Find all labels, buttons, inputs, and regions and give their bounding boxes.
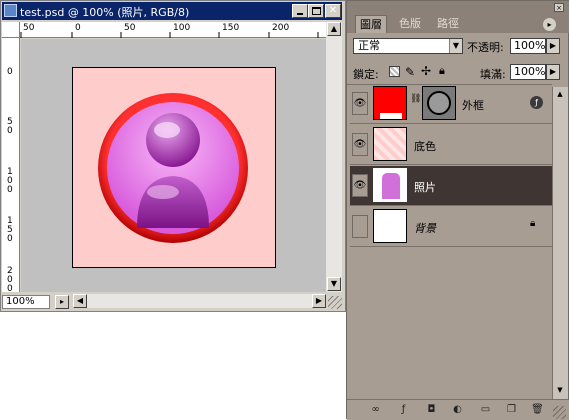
- opacity-label: 不透明:: [467, 41, 504, 54]
- zoom-field[interactable]: 100%: [2, 295, 50, 309]
- layer-mask-thumbnail[interactable]: [422, 86, 456, 120]
- layer-thumbnail: [373, 86, 407, 120]
- minimize-icon[interactable]: [292, 4, 308, 18]
- lock-icon: 🔒︎: [530, 218, 536, 229]
- layer-row-photo[interactable]: 👁︎ 照片: [350, 166, 552, 206]
- ruler-left: 0 5 0 1 0 0 1 5 0 2 0 0: [2, 38, 20, 294]
- eye-icon[interactable]: 👁︎: [352, 133, 368, 156]
- lock-all-icon[interactable]: 🔒︎: [439, 64, 445, 78]
- status-menu-icon[interactable]: ▸: [55, 295, 69, 309]
- panel-menu-icon[interactable]: ▸: [543, 18, 556, 31]
- opacity-field[interactable]: 100%: [510, 38, 546, 54]
- scroll-up-icon[interactable]: ▲: [553, 87, 567, 101]
- document-image[interactable]: [72, 67, 276, 268]
- ruler-left-label: 5 0: [7, 117, 13, 136]
- ruler-left-label: 1 0 0: [7, 167, 13, 195]
- scroll-left-icon[interactable]: ◀: [73, 294, 87, 308]
- layer-row-base-color[interactable]: 👁︎ 底色: [350, 125, 552, 165]
- document-title: test.psd @ 100% (照片, RGB/8): [20, 6, 190, 19]
- ruler-left-label: 0: [7, 67, 13, 77]
- ruler-top: 50 0 50 100 150 200: [20, 22, 326, 38]
- scroll-up-icon[interactable]: ▲: [327, 22, 341, 36]
- mask-icon[interactable]: ◘: [425, 404, 438, 416]
- panel-close-icon[interactable]: ×: [554, 3, 564, 12]
- vertical-scrollbar[interactable]: ▲ ▼: [326, 22, 342, 292]
- panel-footer: ∞ ƒ ◘ ◐ ▭ ❐ 🗑︎: [347, 399, 569, 420]
- trash-icon[interactable]: 🗑︎: [531, 404, 544, 416]
- resize-grip-icon[interactable]: [553, 406, 566, 419]
- layer-thumbnail: [373, 127, 407, 161]
- fx-icon[interactable]: ƒ: [397, 404, 410, 416]
- eye-icon[interactable]: 👁︎: [352, 92, 368, 115]
- layer-name: 背景: [414, 222, 436, 235]
- eye-toggle-empty[interactable]: [352, 215, 368, 238]
- tab-layers[interactable]: 圖層: [355, 15, 387, 33]
- layer-scrollbar[interactable]: ▲ ▼: [552, 87, 568, 401]
- lock-transparency-icon[interactable]: [389, 66, 400, 77]
- panel-title-strip[interactable]: ×: [347, 1, 569, 15]
- chevron-down-icon[interactable]: ▼: [449, 39, 462, 53]
- layer-row-frame[interactable]: 👁︎ ⛓︎ 外框 ƒ: [350, 84, 552, 124]
- blend-mode-select[interactable]: 正常: [353, 38, 463, 54]
- lock-brush-icon[interactable]: ✎: [405, 65, 415, 79]
- tab-channels[interactable]: 色版: [395, 15, 425, 33]
- adjustment-icon[interactable]: ◐: [451, 404, 464, 416]
- eye-icon[interactable]: 👁︎: [352, 174, 368, 197]
- lock-move-icon[interactable]: ✢: [421, 64, 431, 78]
- close-icon[interactable]: ✕: [325, 4, 341, 18]
- layers-panel: × 圖層 色版 路徑 ▸ 正常 ▼ 不透明: 100% ▶ 鎖定: ✎ ✢ 🔒︎…: [346, 0, 569, 420]
- layer-name: 外框: [462, 99, 484, 112]
- fx-icon[interactable]: ƒ: [530, 96, 543, 109]
- document-titlebar[interactable]: test.psd @ 100% (照片, RGB/8) ✕: [2, 2, 342, 20]
- maximize-icon[interactable]: [308, 4, 324, 18]
- ruler-corner: [2, 22, 20, 38]
- link-chain-icon[interactable]: ⛓︎: [410, 94, 421, 104]
- layer-row-background[interactable]: 背景 🔒︎: [350, 207, 552, 247]
- layer-thumbnail: [373, 168, 407, 202]
- scroll-down-icon[interactable]: ▼: [327, 277, 341, 291]
- new-layer-icon[interactable]: ❐: [505, 404, 518, 416]
- fill-field[interactable]: 100%: [510, 64, 546, 80]
- opacity-arrow-icon[interactable]: ▶: [546, 38, 560, 54]
- resize-grip-icon[interactable]: [328, 296, 342, 309]
- layer-name: 底色: [414, 140, 436, 153]
- ruler-top-ticks: [20, 32, 319, 38]
- lock-label: 鎖定:: [353, 68, 379, 81]
- scroll-down-icon[interactable]: ▼: [553, 383, 567, 397]
- layer-thumbnail: [373, 209, 407, 243]
- fill-arrow-icon[interactable]: ▶: [546, 64, 560, 80]
- scroll-right-icon[interactable]: ▶: [312, 294, 326, 308]
- user-avatar-artwork: [98, 93, 248, 243]
- folder-icon[interactable]: ▭: [479, 404, 492, 416]
- ruler-left-label: 2 0 0: [7, 266, 13, 294]
- ruler-left-label: 1 5 0: [7, 216, 13, 244]
- photoshop-doc-icon: [4, 4, 17, 17]
- horizontal-scrollbar[interactable]: ◀ ▶: [73, 294, 326, 308]
- tab-paths[interactable]: 路徑: [433, 15, 463, 33]
- panel-tabs: 圖層 色版 路徑 ▸: [347, 15, 569, 33]
- layer-name: 照片: [414, 181, 436, 194]
- fill-label: 填滿:: [480, 68, 506, 81]
- link-icon[interactable]: ∞: [369, 404, 382, 416]
